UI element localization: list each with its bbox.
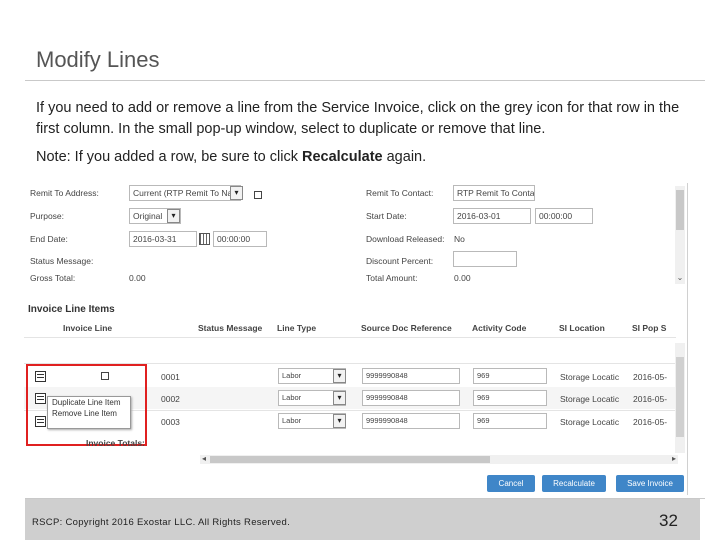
si-pop-cell: 2016-05-: [633, 372, 668, 382]
discount-percent-input[interactable]: [453, 251, 517, 267]
note-prefix: Note: If you added a row, be sure to cli…: [36, 149, 302, 165]
invoice-line-cell: 0003: [161, 417, 180, 427]
form-scrollbar[interactable]: ⌄: [675, 186, 685, 284]
slide-title: Modify Lines: [36, 47, 160, 72]
col-line-type: Line Type: [277, 323, 317, 333]
invoice-line-cell: 0002: [161, 394, 180, 404]
si-pop-cell: 2016-05-: [633, 394, 668, 404]
invoice-line-cell: 0001: [161, 372, 180, 382]
header-divider: [24, 337, 676, 338]
si-location-cell: Storage Locatic: [560, 372, 620, 382]
chevron-left-icon[interactable]: ◂: [202, 454, 206, 463]
start-date-input[interactable]: 2016-03-01: [453, 208, 531, 224]
instruction-text: If you need to add or remove a line from…: [36, 100, 680, 137]
source-doc-input[interactable]: 9999990848: [362, 413, 460, 429]
si-location-cell: Storage Locatic: [560, 394, 620, 404]
col-si-location: SI Location: [559, 323, 605, 333]
duplicate-line-item-option[interactable]: Duplicate Line Item: [48, 397, 130, 408]
note-bold: Recalculate: [301, 149, 383, 165]
activity-code-input[interactable]: 969: [473, 390, 547, 406]
note-text: Note: If you added a row, be sure to cli…: [36, 149, 426, 165]
purpose-label: Purpose:: [30, 211, 65, 221]
col-status-message: Status Message: [198, 323, 263, 333]
total-amount-value: 0.00: [454, 273, 471, 283]
chevron-down-icon[interactable]: ▾: [167, 209, 180, 223]
scroll-thumb[interactable]: [676, 190, 684, 230]
source-doc-input[interactable]: 9999990848: [362, 390, 460, 406]
download-released-label: Download Released:: [366, 234, 445, 244]
total-amount-label: Total Amount:: [366, 273, 418, 283]
remove-line-item-option[interactable]: Remove Line Item: [48, 408, 130, 419]
si-pop-cell: 2016-05-: [633, 417, 668, 427]
page-number: 32: [659, 511, 678, 530]
end-time-input[interactable]: 00:00:00: [213, 231, 267, 247]
chevron-down-icon[interactable]: ▾: [333, 391, 346, 405]
remit-to-address-select[interactable]: Current (RTP Remit To Nan: [129, 185, 241, 201]
col-source-doc-reference: Source Doc Reference: [361, 323, 452, 333]
invoice-line-items-title: Invoice Line Items: [28, 304, 115, 315]
chevron-down-icon[interactable]: ▾: [230, 186, 243, 200]
col-invoice-line: Invoice Line: [63, 323, 113, 333]
save-invoice-button[interactable]: Save Invoice: [616, 475, 684, 492]
download-released-value: No: [454, 234, 465, 244]
activity-code-input[interactable]: 969: [473, 413, 547, 429]
recalculate-button[interactable]: Recalculate: [542, 475, 606, 492]
discount-percent-label: Discount Percent:: [366, 256, 434, 266]
source-doc-input[interactable]: 9999990848: [362, 368, 460, 384]
table-scrollbar[interactable]: [675, 343, 685, 453]
activity-code-input[interactable]: 969: [473, 368, 547, 384]
row-action-popup: Duplicate Line Item Remove Line Item: [47, 396, 131, 429]
note-suffix: again.: [382, 149, 427, 165]
chevron-down-icon[interactable]: ▾: [333, 369, 346, 383]
chevron-down-icon[interactable]: ▾: [333, 414, 346, 428]
horizontal-scrollbar[interactable]: ◂ ▸: [200, 454, 678, 464]
invoice-totals-label: Invoice Totals:: [86, 438, 145, 448]
remit-to-contact-input[interactable]: RTP Remit To Conta: [453, 185, 535, 201]
calendar-icon[interactable]: [199, 233, 210, 245]
remit-to-contact-label: Remit To Contact:: [366, 188, 434, 198]
gross-total-value: 0.00: [129, 273, 146, 283]
scroll-thumb[interactable]: [676, 357, 684, 437]
remit-to-address-label: Remit To Address:: [30, 188, 99, 198]
scroll-thumb[interactable]: [210, 456, 490, 463]
remit-address-checkbox[interactable]: [254, 191, 262, 199]
status-message-label: Status Message:: [30, 256, 94, 266]
si-location-cell: Storage Locatic: [560, 417, 620, 427]
start-date-label: Start Date:: [366, 211, 407, 221]
copyright-text: RSCP: Copyright 2016 Exostar LLC. All Ri…: [32, 517, 291, 528]
end-date-input[interactable]: 2016-03-31: [129, 231, 197, 247]
end-date-label: End Date:: [30, 234, 68, 244]
gross-total-label: Gross Total:: [30, 273, 76, 283]
col-si-pop: SI Pop S: [632, 323, 667, 333]
chevron-right-icon[interactable]: ▸: [672, 454, 676, 463]
title-divider: [25, 80, 705, 81]
cancel-button[interactable]: Cancel: [487, 475, 535, 492]
start-time-input[interactable]: 00:00:00: [535, 208, 593, 224]
chevron-down-icon[interactable]: ⌄: [675, 273, 685, 282]
invoice-screenshot: Remit To Address: Current (RTP Remit To …: [24, 183, 688, 495]
col-activity-code: Activity Code: [472, 323, 527, 333]
